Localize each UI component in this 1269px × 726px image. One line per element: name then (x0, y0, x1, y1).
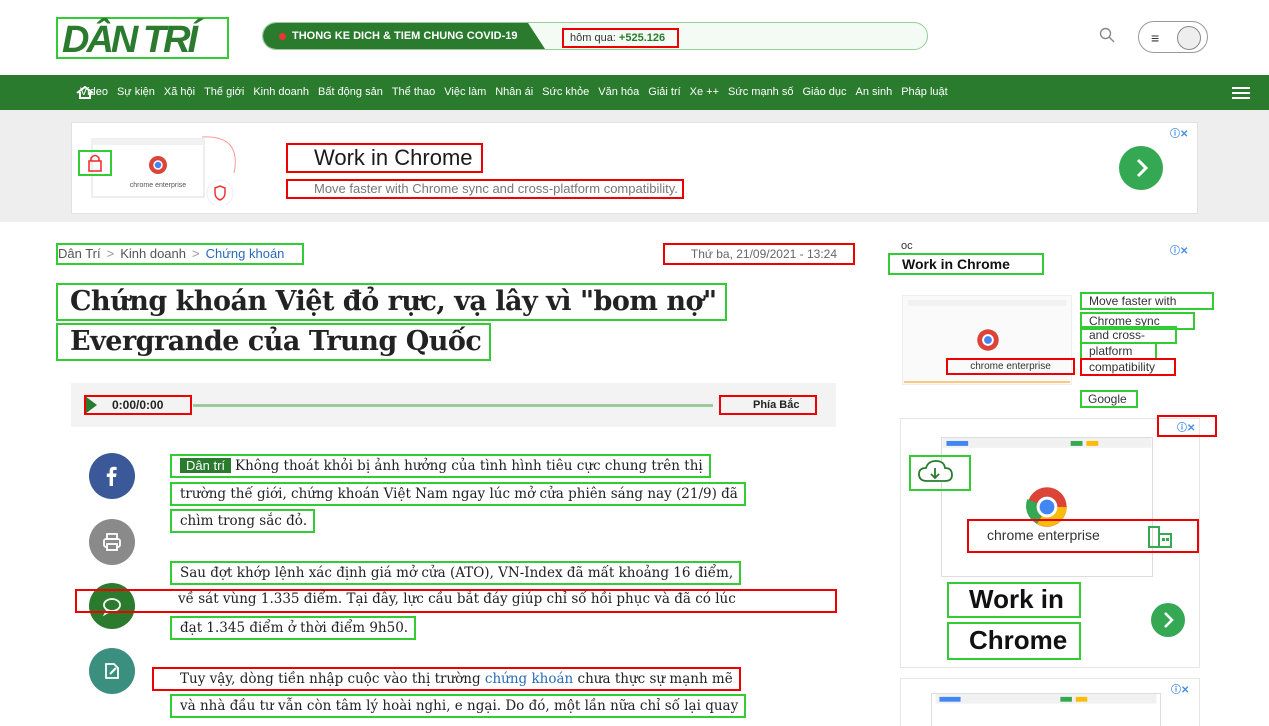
paragraph-line: Dân trí Không thoát khỏi bị ảnh hưởng của… (170, 454, 711, 478)
audio-player: 0:00/0:00 Phía Bắc (71, 383, 836, 427)
nav-item[interactable]: Việc làm (444, 85, 486, 99)
tag-link[interactable]: chứng khoán (485, 671, 573, 687)
browser-mockup-image (941, 437, 1153, 577)
nav-item[interactable]: Giải trí (648, 85, 680, 99)
nav-item[interactable]: Kinh doanh (253, 85, 309, 99)
sidebar-ad-1-desc: compatibility (1080, 358, 1176, 376)
print-button[interactable] (89, 519, 135, 565)
nav-item[interactable]: Pháp luật (901, 85, 947, 99)
nav-item[interactable]: Bất động sản (318, 85, 383, 99)
live-dot-icon (279, 32, 286, 40)
top-ad[interactable]: chrome enterprise Work in Chrome Move fa… (71, 122, 1198, 214)
covid-stat: hôm qua: +525.126 (562, 28, 680, 48)
adchoices-icon[interactable]: ⓘ✕ (1170, 242, 1188, 257)
edit-icon (105, 663, 119, 679)
building-icon (1148, 526, 1172, 548)
headline-line-2: Evergrande của Trung Quốc (56, 323, 492, 361)
search-icon[interactable] (1099, 27, 1115, 43)
article-date: Thứ ba, 21/09/2021 - 13:24 (663, 243, 855, 265)
nav-item[interactable]: An sinh (856, 85, 893, 99)
covid-label[interactable]: THONG KE DICH & TIEM CHUNG COVID-19 (263, 23, 545, 49)
paragraph-line: về sát vùng 1.335 điểm. Tại đây, lực cầu… (178, 591, 736, 607)
sidebar-ad-3[interactable]: ⓘ✕ (900, 678, 1200, 726)
lock-icon (78, 150, 112, 176)
sidebar-ad-2-title-line-1[interactable]: Work in (947, 582, 1081, 618)
voice-region-selector[interactable]: Phía Bắc (719, 395, 817, 415)
nav-more-icon[interactable] (1232, 87, 1250, 99)
paragraph-line: Sau đợt khớp lệnh xác định giá mở cửa (A… (170, 561, 742, 585)
user-avatar-icon (1177, 26, 1201, 50)
main-nav: Video Sự kiện Xã hội Thế giới Kinh doanh Bất … (0, 75, 1269, 110)
audio-progress-track[interactable] (193, 404, 713, 407)
nav-item[interactable]: Sức mạnh số (728, 85, 793, 99)
nav-item[interactable]: Giáo dục (802, 85, 846, 99)
paragraph-line: chìm trong sắc đỏ. (170, 509, 316, 533)
breadcrumb-subcategory[interactable]: Chứng khoán (206, 246, 285, 261)
download-icon (909, 455, 971, 491)
breadcrumb-separator-icon: > (192, 246, 200, 261)
paragraph-line: đạt 1.345 điểm ở thời điểm 9h50. (170, 616, 417, 640)
feedback-button[interactable] (89, 648, 135, 694)
paragraph-line: Tuy vậy, dòng tiền nhập cuộc vào thị trư… (152, 667, 741, 691)
breadcrumb: Dân Trí > Kinh doanh > Chứng khoán (56, 243, 305, 265)
facebook-icon (106, 466, 117, 486)
nav-item[interactable]: Sự kiện (117, 85, 155, 99)
site-header: DÂN TRÍ THONG KE DICH & TIEM CHUNG COVID… (0, 0, 1269, 75)
menu-user-button[interactable]: ≡ (1138, 21, 1208, 53)
sidebar-ad-2-caption: chrome enterprise (967, 519, 1199, 553)
paragraph-line: và nhà đầu tư vẫn còn tâm lý hoài nghi, … (170, 694, 747, 718)
breadcrumb-separator-icon: > (106, 246, 115, 261)
breadcrumb-home[interactable]: Dân Trí (58, 246, 101, 261)
print-icon (103, 533, 121, 551)
paragraph-line: trường thế giới, chứng khoán Việt Nam ng… (170, 482, 746, 506)
browser-mockup-image (931, 693, 1161, 726)
sidebar-ad-2-title-line-2[interactable]: Chrome (947, 622, 1081, 660)
sidebar-ad-1-caption: chrome enterprise (946, 358, 1075, 375)
nav-item[interactable]: Văn hóa (598, 85, 639, 99)
chevron-right-icon (1136, 158, 1149, 178)
brand-tag: Dân trí (180, 458, 232, 473)
site-logo[interactable]: DÂN TRÍ (56, 17, 229, 61)
covid-ticker[interactable]: THONG KE DICH & TIEM CHUNG COVID-19 hôm … (262, 22, 928, 50)
ad-label: oc (901, 240, 913, 252)
adchoices-icon[interactable]: ⓘ✕ (1170, 125, 1188, 140)
nav-item[interactable]: Xe ++ (690, 85, 719, 99)
nav-item[interactable]: Thế giới (204, 85, 244, 99)
breadcrumb-category[interactable]: Kinh doanh (120, 246, 186, 261)
facebook-share-button[interactable] (89, 453, 135, 499)
nav-item[interactable]: Xã hội (164, 85, 195, 99)
nav-item[interactable]: Video (80, 85, 108, 99)
sidebar-ad-2[interactable]: ⓘ✕ chrome enterprise Work in Chrome (900, 415, 1217, 668)
sidebar-ad-1-sponsor: Google (1080, 390, 1138, 408)
nav-list: Video Sự kiện Xã hội Thế giới Kinh doanh Bất … (80, 85, 957, 99)
hamburger-icon: ≡ (1151, 30, 1160, 46)
nav-item[interactable]: Thể thao (392, 85, 435, 99)
chevron-right-icon (1164, 612, 1174, 628)
adchoices-icon[interactable]: ⓘ✕ (1157, 415, 1217, 437)
sidebar-ad-1[interactable]: oc Work in Chrome ⓘ✕ chrome enterprise M… (888, 240, 1214, 415)
svg-text:chrome enterprise: chrome enterprise (130, 182, 187, 189)
audio-time: 0:00/0:00 (84, 395, 192, 415)
top-ad-title[interactable]: Work in Chrome (286, 143, 483, 173)
adchoices-icon[interactable]: ⓘ✕ (1171, 681, 1189, 696)
nav-item[interactable]: Sức khỏe (542, 85, 589, 99)
headline-line-1: Chứng khoán Việt đỏ rực, vạ lây vì "bom … (56, 283, 727, 321)
sidebar-ad-1-title[interactable]: Work in Chrome (888, 253, 1044, 275)
top-ad-description: Move faster with Chrome sync and cross-p… (286, 179, 684, 199)
sidebar-ad-2-go-button[interactable] (1151, 603, 1185, 637)
top-ad-go-button[interactable] (1119, 146, 1163, 190)
nav-item[interactable]: Nhân ái (495, 85, 533, 99)
sidebar-ad-1-desc: Move faster with (1080, 292, 1214, 310)
